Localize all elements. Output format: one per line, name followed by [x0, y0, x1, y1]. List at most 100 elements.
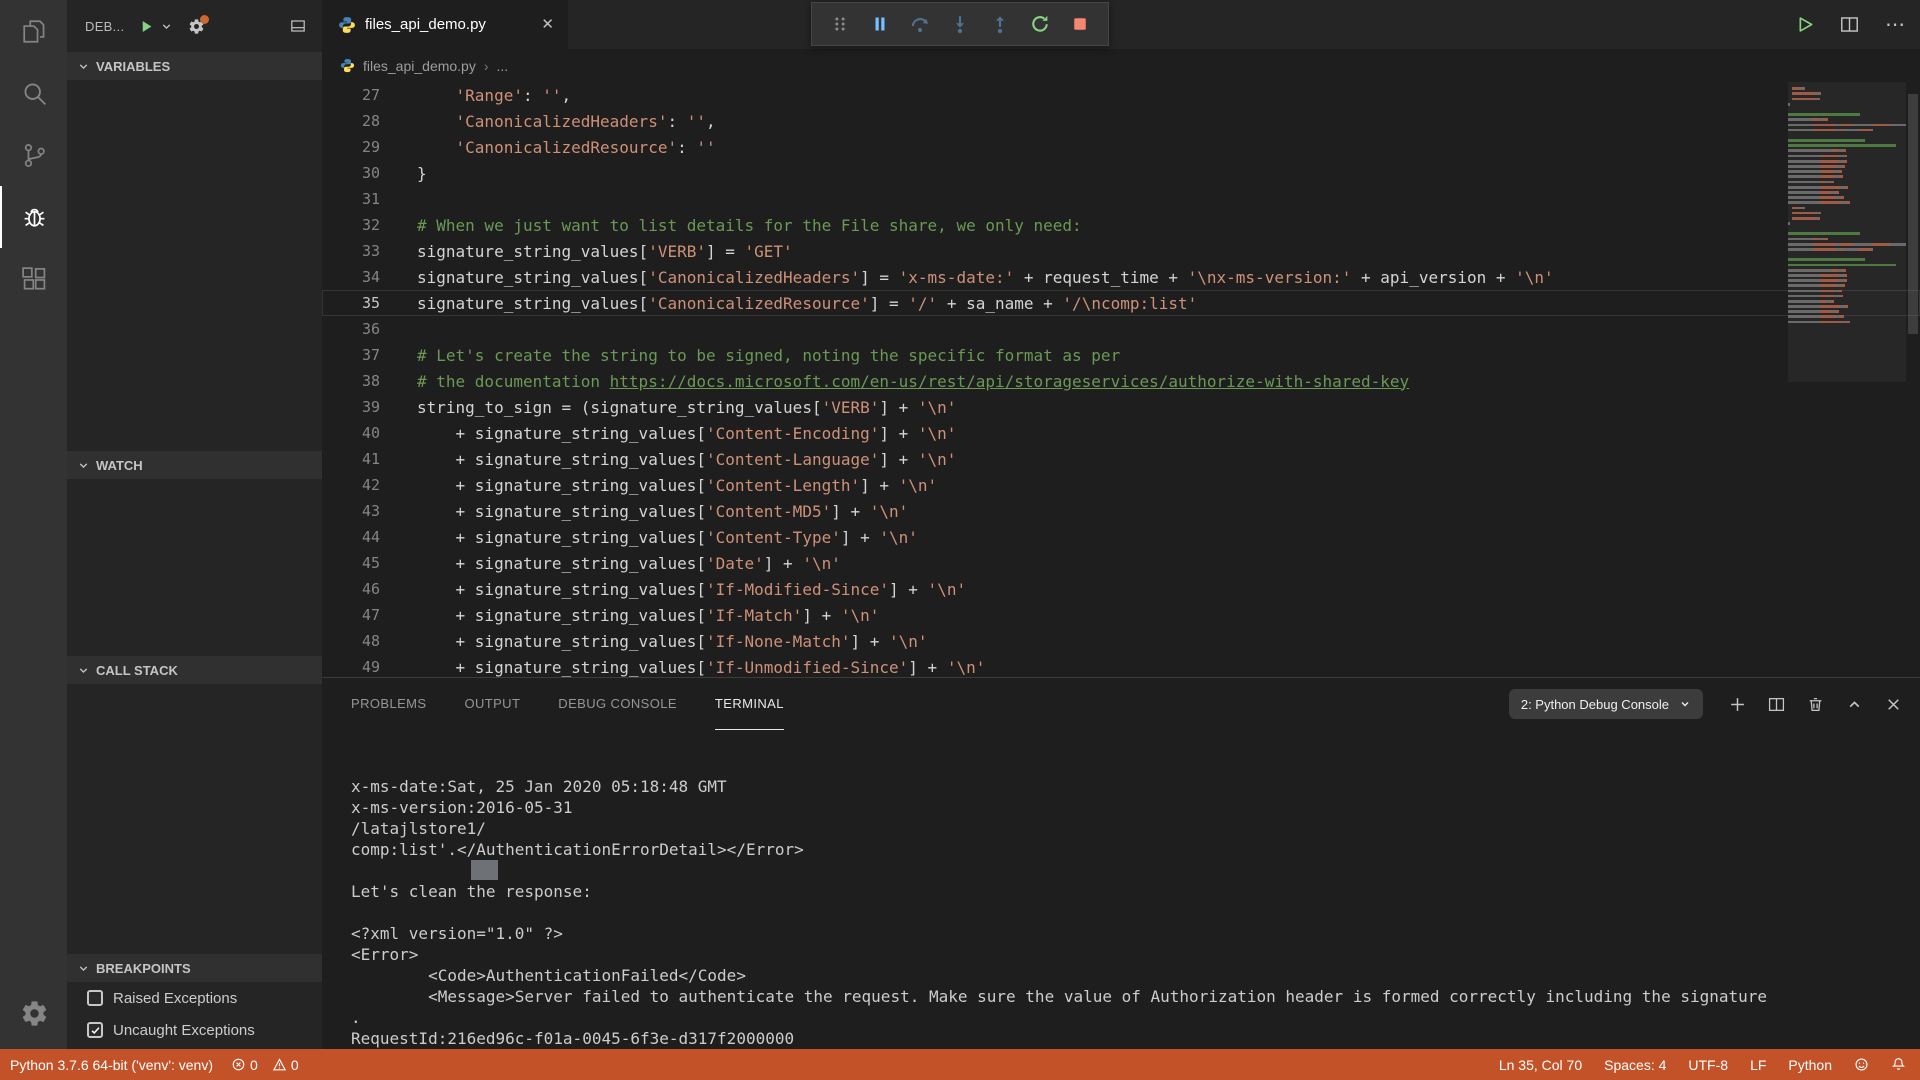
run-debug-icon[interactable]: [0, 186, 67, 248]
encoding-status[interactable]: UTF-8: [1688, 1057, 1728, 1073]
code-line-38[interactable]: 38# the documentation https://docs.micro…: [322, 368, 1920, 394]
split-terminal-icon[interactable]: [1768, 696, 1785, 713]
code-line-34[interactable]: 34signature_string_values['Canonicalized…: [322, 264, 1920, 290]
search-icon[interactable]: [0, 62, 67, 124]
code-line-48[interactable]: 48 + signature_string_values['If-None-Ma…: [322, 628, 1920, 654]
step-over-button[interactable]: [900, 4, 940, 44]
toolbar-gripper-icon[interactable]: [820, 4, 860, 44]
panel-tab-terminal[interactable]: TERMINAL: [715, 678, 784, 730]
restart-button[interactable]: [1020, 4, 1060, 44]
breadcrumb-file[interactable]: files_api_demo.py: [363, 58, 476, 74]
line-number[interactable]: 27: [322, 86, 380, 104]
editor-scrollbar[interactable]: [1908, 94, 1918, 334]
call-stack-section-header[interactable]: CALL STACK: [67, 656, 322, 684]
checkbox-unchecked[interactable]: [87, 990, 103, 1006]
terminal[interactable]: x-ms-date:Sat, 25 Jan 2020 05:18:48 GMTx…: [322, 730, 1920, 1049]
stop-button[interactable]: [1060, 4, 1100, 44]
debug-console-selector[interactable]: 2: Python Debug Console: [1509, 689, 1703, 719]
pause-button[interactable]: [860, 4, 900, 44]
code-line-41[interactable]: 41 + signature_string_values['Content-La…: [322, 446, 1920, 472]
code-line-30[interactable]: 30}: [322, 160, 1920, 186]
line-number[interactable]: 30: [322, 164, 380, 182]
new-terminal-icon[interactable]: [1729, 696, 1746, 713]
line-number[interactable]: 45: [322, 554, 380, 572]
panel-tab-debug-console[interactable]: DEBUG CONSOLE: [558, 678, 677, 730]
checkbox-checked[interactable]: [87, 1022, 103, 1038]
panel-tab-problems[interactable]: PROBLEMS: [351, 678, 426, 730]
code-line-46[interactable]: 46 + signature_string_values['If-Modifie…: [322, 576, 1920, 602]
breadcrumb-ellipsis[interactable]: ...: [497, 58, 509, 74]
indentation-status[interactable]: Spaces: 4: [1604, 1057, 1666, 1073]
feedback-smiley-icon[interactable]: [1854, 1057, 1869, 1072]
line-number[interactable]: 35: [322, 294, 380, 312]
step-out-button[interactable]: [980, 4, 1020, 44]
line-number[interactable]: 42: [322, 476, 380, 494]
code-line-31[interactable]: 31: [322, 186, 1920, 212]
line-number[interactable]: 29: [322, 138, 380, 156]
line-number[interactable]: 44: [322, 528, 380, 546]
line-number[interactable]: 38: [322, 372, 380, 390]
source-control-icon[interactable]: [0, 124, 67, 186]
code-line-49[interactable]: 49 + signature_string_values['If-Unmodif…: [322, 654, 1920, 677]
cursor-position[interactable]: Ln 35, Col 70: [1499, 1057, 1582, 1073]
code-line-27[interactable]: 27 'Range': '',: [322, 82, 1920, 108]
line-number[interactable]: 34: [322, 268, 380, 286]
variables-section-header[interactable]: VARIABLES: [67, 52, 322, 80]
eol-status[interactable]: LF: [1750, 1057, 1766, 1073]
minimap[interactable]: [1788, 86, 1906, 677]
problems-status[interactable]: 0 0: [231, 1057, 299, 1073]
code-editor[interactable]: 27 'Range': '',28 'CanonicalizedHeaders'…: [322, 82, 1920, 677]
code-line-37[interactable]: 37# Let's create the string to be signed…: [322, 342, 1920, 368]
code-line-39[interactable]: 39string_to_sign = (signature_string_val…: [322, 394, 1920, 420]
line-number[interactable]: 40: [322, 424, 380, 442]
debug-console-panel-icon[interactable]: [290, 18, 306, 34]
line-number[interactable]: 48: [322, 632, 380, 650]
breakpoint-item[interactable]: Raised Exceptions: [67, 982, 322, 1014]
code-line-35[interactable]: 35signature_string_values['Canonicalized…: [322, 290, 1920, 316]
line-number[interactable]: 37: [322, 346, 380, 364]
code-line-47[interactable]: 47 + signature_string_values['If-Match']…: [322, 602, 1920, 628]
tab-files-api-demo[interactable]: files_api_demo.py ✕: [322, 0, 568, 49]
kill-terminal-trash-icon[interactable]: [1807, 696, 1824, 713]
panel-tab-output[interactable]: OUTPUT: [464, 678, 520, 730]
breakpoints-section-header[interactable]: BREAKPOINTS: [67, 954, 322, 982]
notifications-bell-icon[interactable]: [1891, 1057, 1906, 1072]
code-line-40[interactable]: 40 + signature_string_values['Content-En…: [322, 420, 1920, 446]
settings-gear-icon[interactable]: [0, 977, 67, 1049]
close-panel-icon[interactable]: [1885, 696, 1902, 713]
watch-section-header[interactable]: WATCH: [67, 451, 322, 479]
step-into-button[interactable]: [940, 4, 980, 44]
line-number[interactable]: 49: [322, 658, 380, 676]
run-python-file-icon[interactable]: [1795, 15, 1814, 34]
code-line-29[interactable]: 29 'CanonicalizedResource': '': [322, 134, 1920, 160]
line-number[interactable]: 36: [322, 320, 380, 338]
line-number[interactable]: 32: [322, 216, 380, 234]
code-line-45[interactable]: 45 + signature_string_values['Date'] + '…: [322, 550, 1920, 576]
code-line-32[interactable]: 32# When we just want to list details fo…: [322, 212, 1920, 238]
code-line-36[interactable]: 36: [322, 316, 1920, 342]
extensions-icon[interactable]: [0, 248, 67, 310]
code-line-43[interactable]: 43 + signature_string_values['Content-MD…: [322, 498, 1920, 524]
code-line-42[interactable]: 42 + signature_string_values['Content-Le…: [322, 472, 1920, 498]
start-debug-button[interactable]: [139, 19, 154, 34]
breakpoint-item[interactable]: Uncaught Exceptions: [67, 1014, 322, 1046]
line-number[interactable]: 39: [322, 398, 380, 416]
more-actions-icon[interactable]: ⋯: [1885, 15, 1906, 35]
split-editor-icon[interactable]: [1840, 15, 1859, 34]
code-line-33[interactable]: 33signature_string_values['VERB'] = 'GET…: [322, 238, 1920, 264]
code-line-28[interactable]: 28 'CanonicalizedHeaders': '',: [322, 108, 1920, 134]
close-tab-icon[interactable]: ✕: [539, 15, 556, 34]
line-number[interactable]: 46: [322, 580, 380, 598]
line-number[interactable]: 31: [322, 190, 380, 208]
line-number[interactable]: 47: [322, 606, 380, 624]
code-line-44[interactable]: 44 + signature_string_values['Content-Ty…: [322, 524, 1920, 550]
line-number[interactable]: 33: [322, 242, 380, 260]
python-interpreter-status[interactable]: Python 3.7.6 64-bit ('venv': venv): [10, 1057, 213, 1073]
maximize-panel-icon[interactable]: [1846, 696, 1863, 713]
debug-configure-gear-icon[interactable]: [188, 18, 205, 35]
line-number[interactable]: 41: [322, 450, 380, 468]
language-mode[interactable]: Python: [1788, 1057, 1832, 1073]
line-number[interactable]: 43: [322, 502, 380, 520]
explorer-icon[interactable]: [0, 0, 67, 62]
debug-config-dropdown-icon[interactable]: [160, 20, 173, 33]
